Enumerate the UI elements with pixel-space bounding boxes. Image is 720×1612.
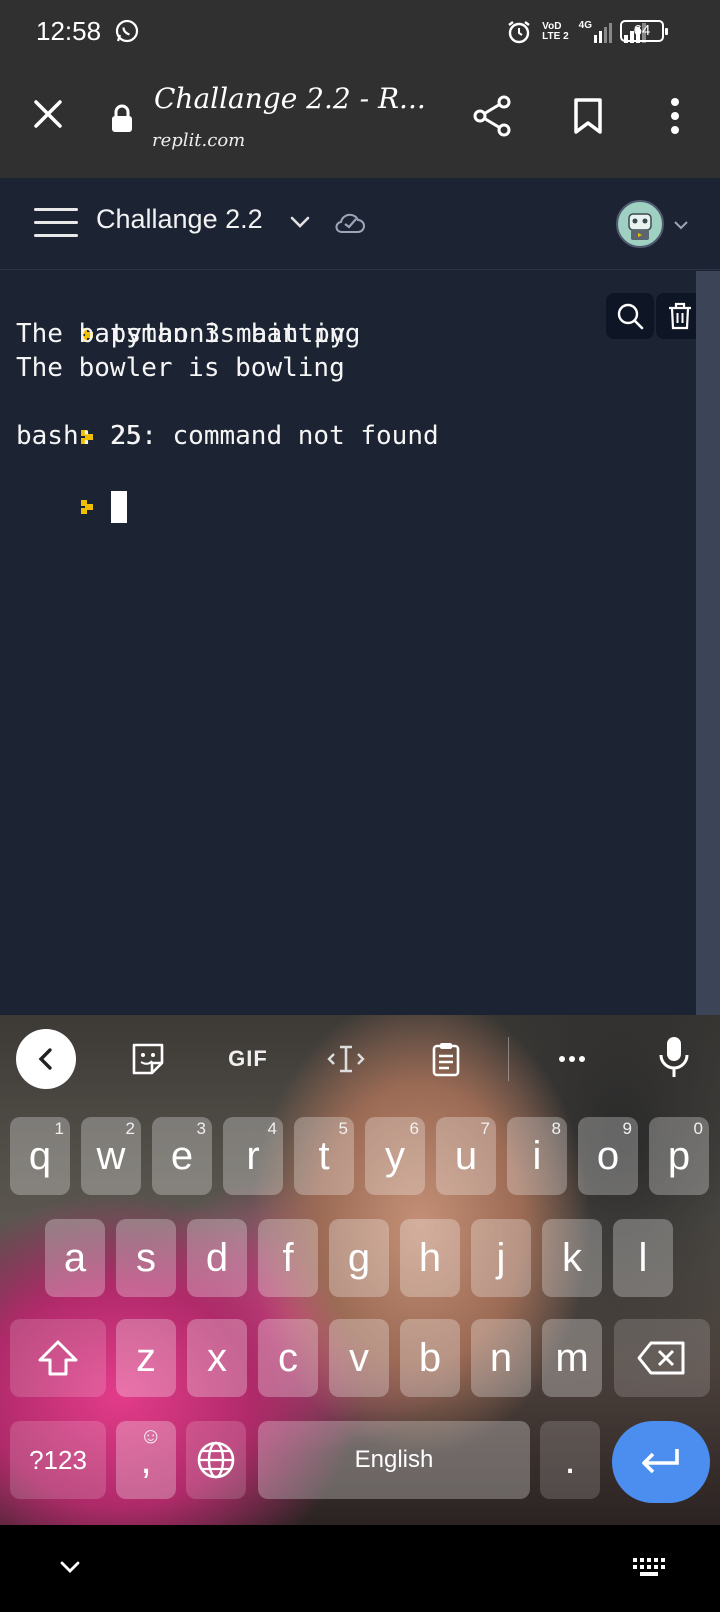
key-c[interactable]: c — [258, 1319, 318, 1397]
emoji-icon: ☺ — [139, 1423, 162, 1448]
trash-icon — [669, 302, 691, 330]
console-line: bash: 25: command not found — [16, 421, 439, 451]
language-key[interactable] — [186, 1421, 246, 1499]
console-panel[interactable]: python3 main.py The batsman is batting T… — [0, 271, 704, 1015]
space-key[interactable]: English — [258, 1421, 530, 1499]
user-avatar[interactable] — [616, 200, 664, 248]
share-icon[interactable] — [470, 94, 514, 138]
toolbar-divider — [508, 1037, 509, 1081]
key-n[interactable]: n — [471, 1319, 531, 1397]
key-q[interactable]: q1 — [10, 1117, 70, 1195]
replit-header: Challange 2.2 — [0, 178, 720, 270]
gif-button[interactable]: GIF — [222, 1041, 274, 1077]
text-cursor-icon[interactable] — [326, 1041, 366, 1077]
keyboard-back-button[interactable] — [16, 1029, 76, 1089]
sticker-icon[interactable] — [128, 1041, 168, 1077]
key-h[interactable]: h — [400, 1219, 460, 1297]
signal-4g: 4G — [579, 21, 614, 43]
symbols-key[interactable]: ?123 — [10, 1421, 106, 1499]
on-screen-keyboard: GIF q1 w2 e3 r4 t5 y6 u7 i8 o9 p0 a s d … — [0, 1015, 720, 1525]
key-k[interactable]: k — [542, 1219, 602, 1297]
repl-name[interactable]: Challange 2.2 — [96, 204, 263, 235]
bookmark-icon[interactable] — [568, 96, 608, 136]
globe-icon — [197, 1441, 235, 1479]
key-p[interactable]: p0 — [649, 1117, 709, 1195]
chevron-down-icon[interactable] — [288, 210, 312, 234]
chevron-down-icon[interactable] — [58, 1555, 82, 1579]
robot-avatar-icon — [628, 213, 652, 240]
chevron-left-icon — [38, 1048, 52, 1070]
backspace-key[interactable] — [614, 1319, 710, 1397]
search-icon — [617, 303, 644, 330]
status-time: 12:58 — [36, 16, 102, 46]
keyboard-toolbar: GIF — [0, 1015, 720, 1103]
key-b[interactable]: b — [400, 1319, 460, 1397]
navigation-bar — [0, 1525, 720, 1612]
console-scrollbar[interactable] — [696, 271, 720, 1015]
alarm-icon — [508, 21, 530, 44]
network-label: VoD LTE 2 — [542, 21, 569, 42]
key-v[interactable]: v — [329, 1319, 389, 1397]
battery-indicator: 64 — [620, 20, 668, 42]
key-m[interactable]: m — [542, 1319, 602, 1397]
console-input-line[interactable] — [16, 455, 127, 557]
key-s[interactable]: s — [116, 1219, 176, 1297]
more-vert-icon[interactable] — [660, 94, 690, 138]
close-icon[interactable] — [28, 94, 68, 134]
page-title[interactable]: Challange 2.2 - R... — [154, 82, 426, 115]
keyboard-switch-icon[interactable] — [632, 1557, 666, 1579]
shift-key[interactable] — [10, 1319, 106, 1397]
browser-toolbar: Challange 2.2 - R... replit.com — [0, 64, 720, 178]
period-key[interactable]: . — [540, 1421, 600, 1499]
text-cursor — [110, 490, 127, 523]
clipboard-icon[interactable] — [426, 1041, 466, 1077]
key-i[interactable]: i8 — [507, 1117, 567, 1195]
signal-icon — [594, 23, 612, 43]
key-y[interactable]: y6 — [365, 1117, 425, 1195]
page-url[interactable]: replit.com — [152, 130, 245, 151]
menu-icon[interactable] — [34, 208, 78, 240]
status-bar: 12:58 VoD LTE 2 4G 64 — [0, 0, 720, 64]
key-f[interactable]: f — [258, 1219, 318, 1297]
cloud-saved-icon — [335, 213, 365, 233]
lock-icon — [112, 104, 132, 132]
more-horiz-icon[interactable] — [552, 1041, 592, 1077]
key-z[interactable]: z — [116, 1319, 176, 1397]
enter-icon — [642, 1449, 679, 1474]
key-u[interactable]: u7 — [436, 1117, 496, 1195]
console-search-button[interactable] — [606, 293, 654, 339]
comma-key[interactable]: , ☺ — [116, 1421, 176, 1499]
key-g[interactable]: g — [329, 1219, 389, 1297]
key-a[interactable]: a — [45, 1219, 105, 1297]
key-d[interactable]: d — [187, 1219, 247, 1297]
key-e[interactable]: e3 — [152, 1117, 212, 1195]
key-o[interactable]: o9 — [578, 1117, 638, 1195]
key-r[interactable]: r4 — [223, 1117, 283, 1195]
key-t[interactable]: t5 — [294, 1117, 354, 1195]
prompt-icon — [80, 499, 93, 514]
key-w[interactable]: w2 — [81, 1117, 141, 1195]
backspace-icon — [637, 1341, 685, 1375]
microphone-icon[interactable] — [654, 1035, 694, 1079]
enter-key[interactable] — [612, 1421, 710, 1503]
key-x[interactable]: x — [187, 1319, 247, 1397]
chevron-down-icon[interactable] — [672, 216, 690, 234]
key-l[interactable]: l — [613, 1219, 673, 1297]
shift-icon — [38, 1340, 78, 1376]
key-j[interactable]: j — [471, 1219, 531, 1297]
console-line: The bowler is bowling — [16, 353, 345, 383]
console-line: The batsman is batting — [16, 319, 361, 349]
whatsapp-icon — [115, 19, 139, 43]
